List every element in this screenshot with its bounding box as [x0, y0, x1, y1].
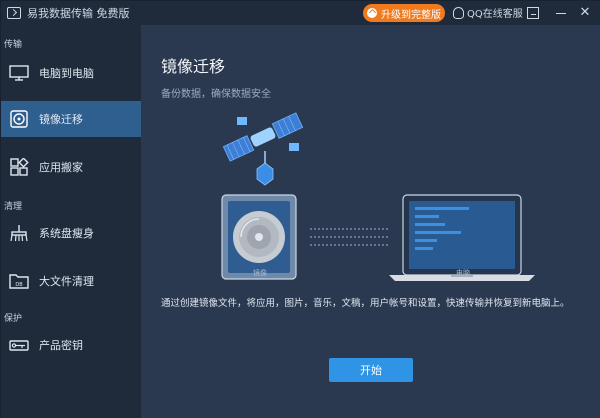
svg-text:DB: DB	[15, 282, 23, 288]
close-icon[interactable]: ✕	[579, 6, 591, 19]
upgrade-button[interactable]: 升级到完整版	[363, 4, 445, 22]
migration-illustration	[221, 112, 535, 281]
satellite-icon	[222, 112, 304, 186]
key-icon	[9, 336, 29, 354]
page-subtitle: 备份数据，确保数据安全	[161, 89, 271, 100]
sidebar-item-label: 应用搬家	[39, 161, 83, 174]
upgrade-arrow-icon	[367, 8, 377, 18]
section-label-transfer: 传输	[4, 40, 23, 50]
title-bar: 易我数据传输 免费版 升级到完整版 QQ在线客服 ✕	[1, 1, 600, 25]
start-button[interactable]: 开始	[329, 358, 413, 382]
pc-caption: 电脑	[456, 269, 470, 277]
apps-icon	[9, 157, 29, 176]
disc-icon	[9, 110, 29, 128]
main-panel: 镜像迁移 备份数据，确保数据安全 镜像 电脑 通过创建镜像文件，将应用，图片，音…	[141, 25, 600, 418]
section-label-protect: 保护	[4, 314, 23, 324]
sidebar-item-image-migration[interactable]: 镜像迁移	[1, 101, 141, 137]
sidebar-item-label: 电脑到电脑	[39, 67, 94, 80]
sidebar-item-app-migration[interactable]: 应用搬家	[1, 149, 141, 185]
image-device-icon	[221, 194, 297, 280]
minimize-icon[interactable]	[555, 7, 567, 19]
sidebar-item-product-key[interactable]: 产品密钥	[1, 327, 141, 363]
sidebar-item-label: 镜像迁移	[39, 113, 83, 126]
transfer-dots	[310, 228, 388, 246]
broom-icon	[9, 224, 29, 242]
sidebar-item-label: 系统盘瘦身	[39, 227, 94, 240]
sidebar-item-system-slim[interactable]: 系统盘瘦身	[1, 215, 141, 251]
section-label-cleanup: 清理	[4, 202, 23, 212]
sidebar-item-label: 产品密钥	[39, 339, 83, 352]
sidebar: 传输 电脑到电脑 镜像迁移 应用搬家 清理 系统盘瘦身 DB 大文件清理 保护 …	[1, 25, 141, 418]
sidebar-item-large-file-cleanup[interactable]: DB 大文件清理	[1, 263, 141, 299]
image-caption: 镜像	[253, 269, 267, 277]
minimize-to-tray-icon[interactable]	[527, 7, 539, 19]
sidebar-item-label: 大文件清理	[39, 275, 94, 288]
upgrade-label: 升级到完整版	[381, 9, 441, 21]
feature-description: 通过创建镜像文件，将应用，图片，音乐，文稿，用户帐号和设置，快速传输并恢复到新电…	[161, 298, 570, 309]
monitor-icon	[9, 64, 29, 82]
qq-penguin-icon	[453, 6, 464, 19]
qq-support-label: QQ在线客服	[467, 9, 523, 20]
app-logo-icon	[7, 7, 21, 19]
sidebar-item-pc-to-pc[interactable]: 电脑到电脑	[1, 55, 141, 91]
folder-db-icon: DB	[9, 272, 29, 290]
qq-support-link[interactable]: QQ在线客服	[453, 5, 523, 20]
app-title: 易我数据传输 免费版	[27, 7, 130, 20]
page-title: 镜像迁移	[161, 57, 226, 76]
app-window: 易我数据传输 免费版 升级到完整版 QQ在线客服 ✕ 传输 电脑到电脑 镜像迁移	[0, 0, 600, 418]
